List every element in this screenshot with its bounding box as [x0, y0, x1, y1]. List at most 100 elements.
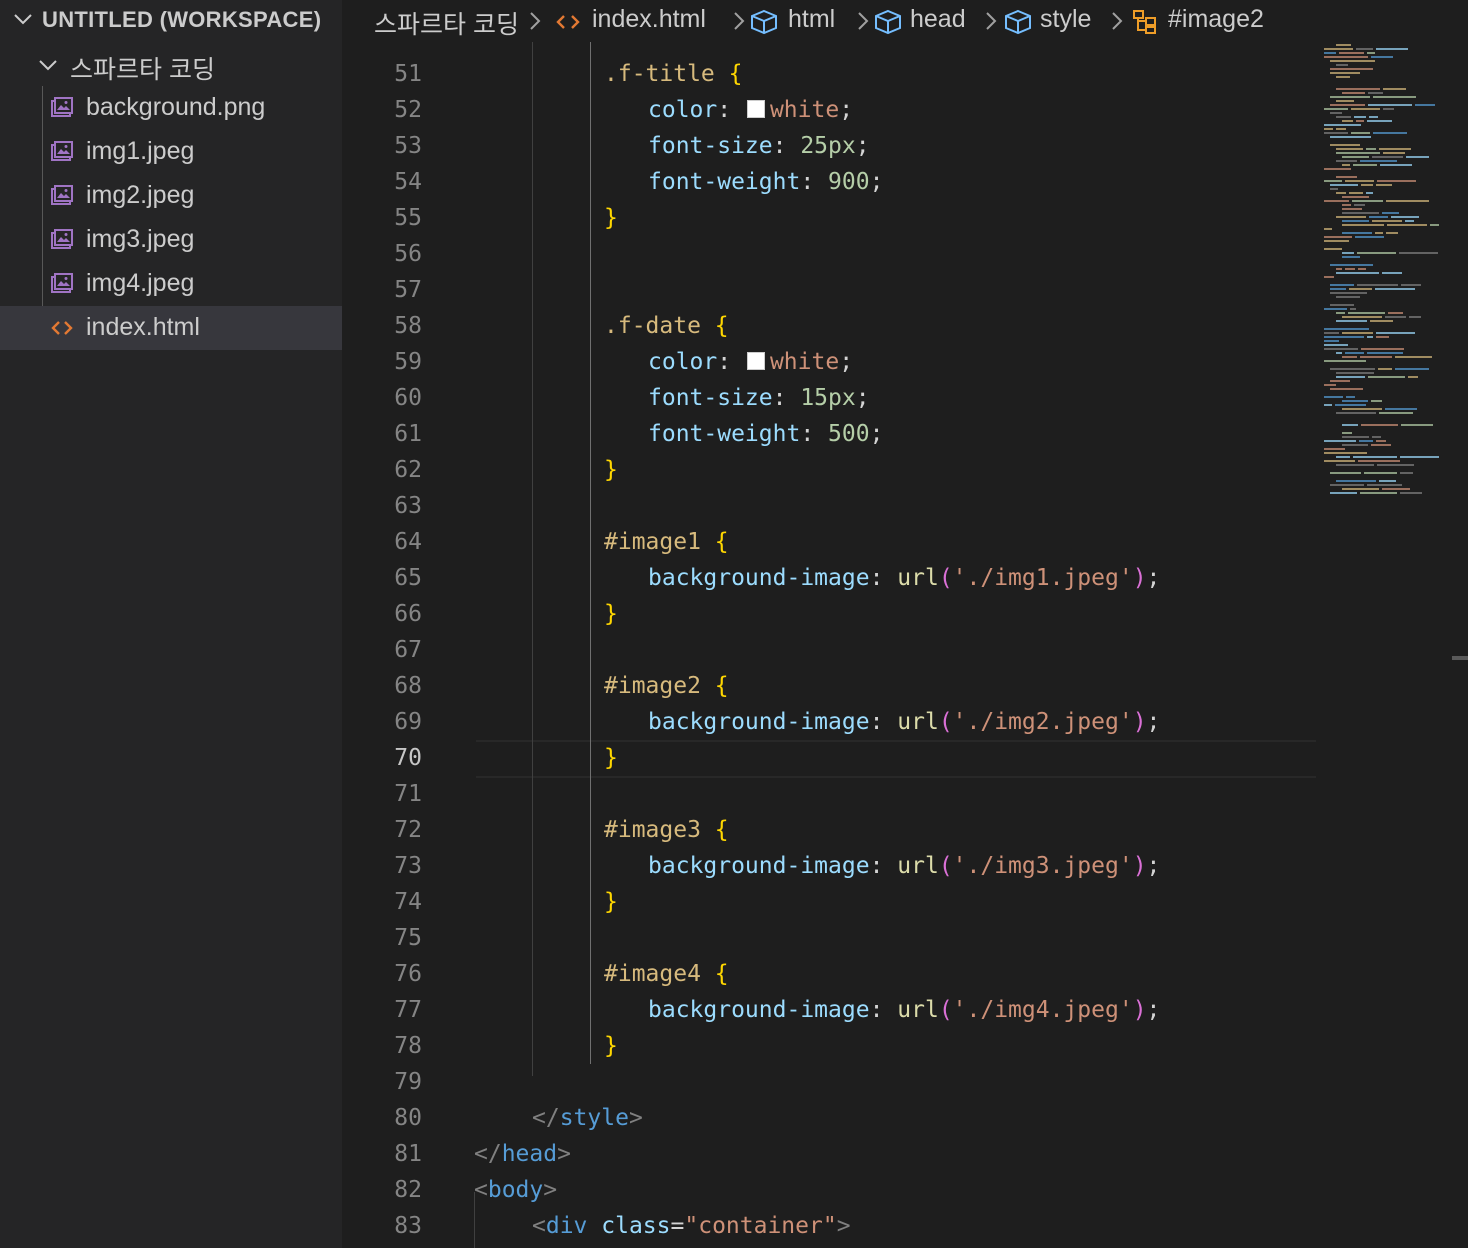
image-file-icon: [50, 140, 74, 164]
file-item[interactable]: img3.jpeg: [0, 218, 342, 262]
minimap-line: [1349, 192, 1363, 194]
minimap-line: [1375, 232, 1383, 234]
html-file-icon: [554, 9, 582, 35]
minimap-line: [1336, 128, 1346, 130]
minimap-line: [1353, 456, 1397, 458]
chevron-right-icon: [526, 10, 544, 32]
code-token: head: [501, 1141, 558, 1167]
line-number: 67: [394, 637, 422, 663]
code-token: div: [545, 1213, 588, 1239]
file-item[interactable]: img1.jpeg: [0, 130, 342, 174]
code-line: color: white;: [648, 92, 853, 128]
file-item[interactable]: img4.jpeg: [0, 262, 342, 306]
minimap-line: [1379, 148, 1411, 150]
minimap-line: [1330, 68, 1373, 70]
file-name: img1.jpeg: [86, 137, 195, 165]
code-token: url: [897, 709, 939, 735]
breadcrumb-item[interactable]: index.html: [592, 5, 706, 34]
code-line: .f-date {: [604, 308, 729, 344]
minimap-line: [1372, 436, 1381, 438]
breadcrumb-item[interactable]: head: [910, 5, 966, 34]
minimap-line: [1371, 400, 1382, 402]
code-token: (: [938, 709, 953, 735]
breadcrumb-item[interactable]: #image2: [1168, 5, 1264, 34]
minimap-line: [1354, 116, 1366, 118]
file-item[interactable]: background.png: [0, 86, 342, 130]
folder-item[interactable]: 스파르타 코딩: [0, 44, 342, 86]
code-line: background-image: url('./img4.jpeg');: [648, 992, 1160, 1028]
code-token: :: [869, 709, 898, 735]
code-token: './img3.jpeg': [952, 853, 1133, 879]
code-line: .f-title {: [604, 56, 743, 92]
minimap[interactable]: [1316, 42, 1456, 502]
breadcrumb-item[interactable]: style: [1040, 5, 1091, 34]
minimap-line: [1400, 492, 1422, 494]
workspace-header[interactable]: UNTITLED (WORKSPACE): [0, 0, 342, 42]
minimap-line: [1360, 160, 1397, 162]
minimap-line: [1324, 108, 1348, 110]
code-line: color: white;: [648, 344, 853, 380]
minimap-line: [1371, 444, 1391, 446]
code-line: </head>: [474, 1136, 571, 1172]
workspace-title: UNTITLED (WORKSPACE): [42, 7, 322, 32]
code-line: </style>: [532, 1100, 643, 1136]
minimap-line: [1353, 164, 1377, 166]
minimap-line: [1336, 312, 1345, 314]
minimap-line: [1366, 148, 1376, 150]
file-item[interactable]: index.html: [0, 306, 342, 350]
minimap-line: [1330, 136, 1371, 138]
minimap-line: [1342, 408, 1382, 410]
minimap-line: [1336, 76, 1350, 78]
code-token: >: [628, 1105, 643, 1131]
minimap-line: [1324, 460, 1355, 462]
code-token: font-weight: [648, 169, 801, 195]
line-number: 75: [394, 925, 422, 951]
breadcrumb-item[interactable]: html: [788, 5, 835, 34]
code-line: }: [604, 740, 618, 776]
code-token: :: [772, 385, 801, 411]
code-token: font-size: [648, 133, 773, 159]
minimap-line: [1430, 224, 1439, 226]
code-token: </: [532, 1105, 560, 1131]
code-line: #image1 {: [604, 524, 729, 560]
scrollbar-thumb[interactable]: [1452, 656, 1468, 660]
minimap-line: [1367, 352, 1403, 354]
color-swatch[interactable]: [746, 351, 765, 370]
minimap-line: [1336, 116, 1351, 118]
minimap-line: [1336, 192, 1346, 194]
minimap-line: [1408, 376, 1418, 378]
line-number: 63: [394, 493, 422, 519]
cube-icon: [1004, 9, 1032, 35]
code-token: #image1: [604, 529, 701, 555]
minimap-line: [1342, 92, 1365, 94]
minimap-line: [1367, 484, 1402, 486]
indent-guide-active: [590, 42, 591, 1064]
code-token: ): [1132, 709, 1147, 735]
minimap-line: [1405, 220, 1414, 222]
line-number: 53: [394, 133, 422, 159]
code-token: #image2: [604, 673, 701, 699]
minimap-line: [1380, 164, 1412, 166]
minimap-line: [1364, 472, 1397, 474]
line-number: 68: [394, 673, 422, 699]
line-number: 61: [394, 421, 422, 447]
code-token: url: [897, 853, 939, 879]
minimap-line: [1330, 368, 1375, 370]
code-line: font-weight: 900;: [648, 164, 883, 200]
minimap-line: [1324, 124, 1361, 126]
code-token: >: [543, 1177, 558, 1203]
code-line: font-size: 25px;: [648, 128, 870, 164]
code-editor[interactable]: 51 .f-title {52 color: white; 53 font-size: …: [342, 42, 1468, 1248]
minimap-line: [1342, 252, 1354, 254]
color-swatch[interactable]: [746, 99, 765, 118]
line-number: 59: [394, 349, 422, 375]
code-token: class: [601, 1213, 671, 1239]
file-item[interactable]: img2.jpeg: [0, 174, 342, 218]
minimap-line: [1358, 268, 1366, 270]
explorer-sidebar: UNTITLED (WORKSPACE) 스파르타 코딩 background.…: [0, 0, 342, 1248]
breadcrumb-item[interactable]: 스파르타 코딩: [374, 5, 519, 41]
image-file-icon: [50, 184, 74, 208]
line-number: 83: [394, 1213, 422, 1239]
css-selector-icon: [1132, 9, 1160, 35]
minimap-line: [1348, 312, 1385, 314]
